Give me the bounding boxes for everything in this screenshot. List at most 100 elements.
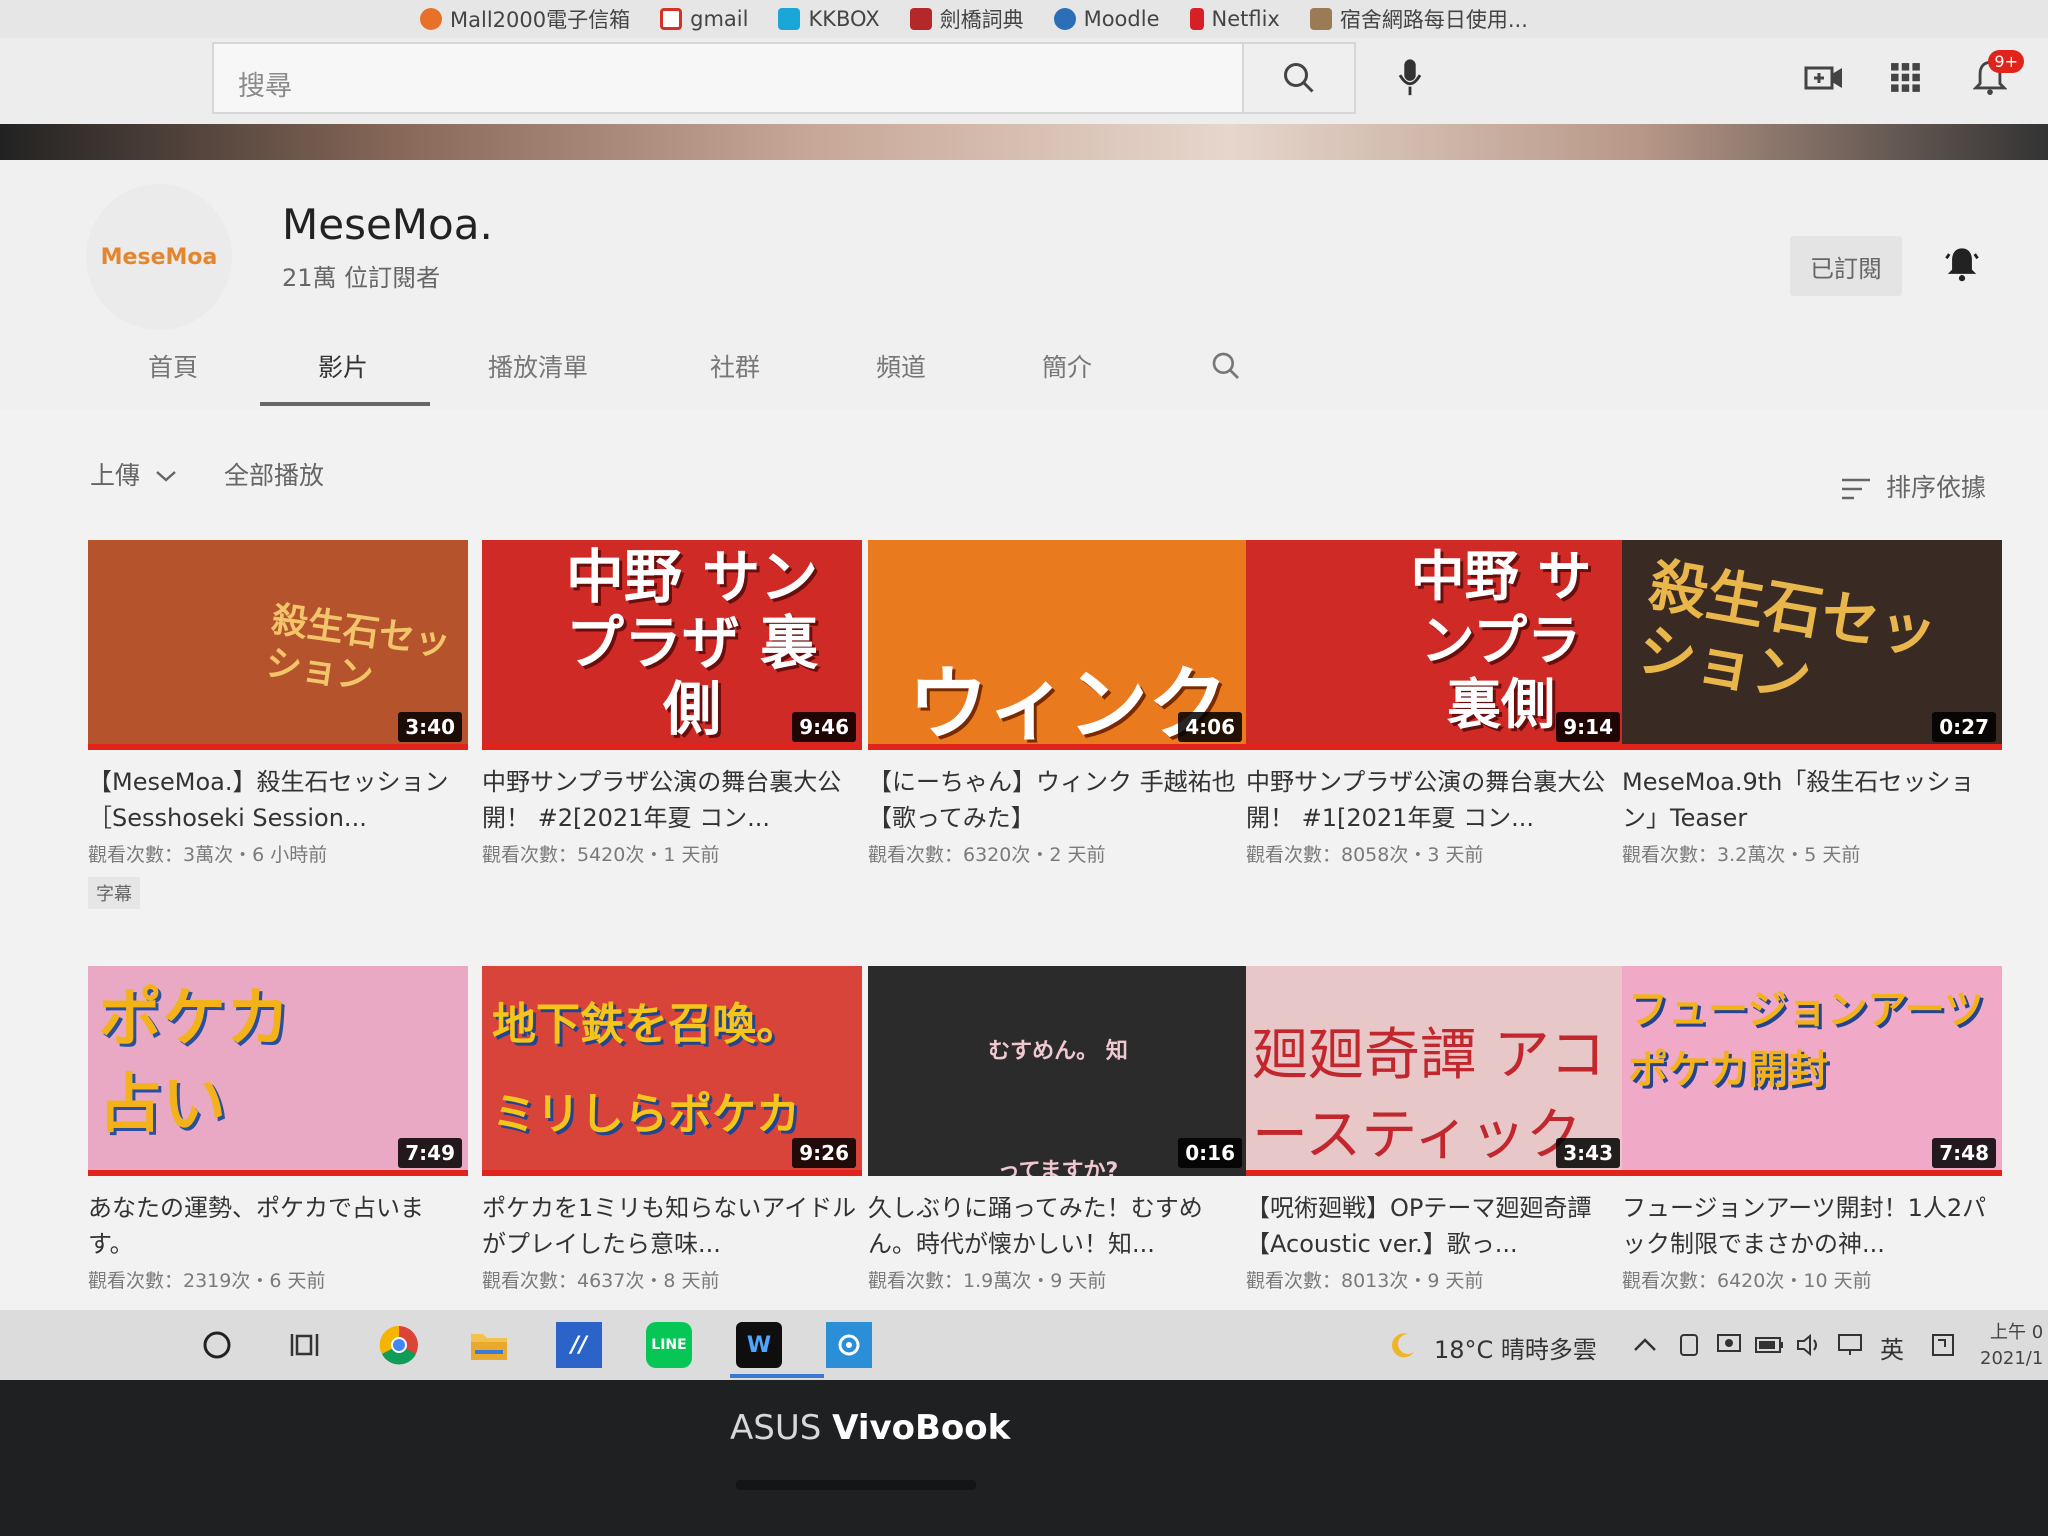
video-title[interactable]: MeseMoa.9th「殺生石セッション」Teaser [1622, 764, 2002, 836]
video-title[interactable]: 【にーちゃん】ウィンク 手越祐也【歌ってみた】 [868, 764, 1248, 836]
file-explorer-button[interactable] [466, 1322, 512, 1368]
weather-text[interactable]: 18°C 晴時多雲 [1434, 1330, 1597, 1365]
laptop-bezel: ASUS VivoBook [0, 1380, 2048, 1536]
video-card[interactable]: フュージョンアーツ ポケカ開封 7:48 フュージョンアーツ開封！1人2パック制… [1622, 966, 2002, 1293]
app-button-camera[interactable] [826, 1322, 872, 1368]
video-thumbnail[interactable]: 殺生石セッション 3:40 [88, 540, 468, 750]
tab-playlists[interactable]: 播放清單 [488, 348, 588, 384]
tab-channels[interactable]: 頻道 [876, 348, 926, 384]
subscribed-button[interactable]: 已訂閱 [1790, 236, 1902, 296]
watch-progress-bar [482, 1170, 862, 1176]
cortana-button[interactable] [194, 1322, 240, 1368]
webex-app-button[interactable]: W [736, 1322, 782, 1368]
video-title[interactable]: 中野サンプラザ公演の舞台裏大公開！ #1[2021年夏 コン... [1246, 764, 1626, 836]
video-title[interactable]: 【MeseMoa.】殺生石セッション［Sesshoseki Session... [88, 764, 468, 836]
line-app-button[interactable]: LINE [646, 1322, 692, 1368]
video-duration: 9:26 [792, 1138, 856, 1168]
speaker-icon [1797, 1333, 1817, 1357]
video-title[interactable]: フュージョンアーツ開封！1人2パック制限でまさかの神... [1622, 1190, 2002, 1262]
video-thumbnail[interactable]: 殺生石セッション 0:27 [1622, 540, 2002, 750]
bookmark-label: gmail [690, 7, 749, 31]
bookmark-moodle[interactable]: Moodle [1053, 7, 1160, 31]
video-thumbnail[interactable]: フュージョンアーツ ポケカ開封 7:48 [1622, 966, 2002, 1176]
thumbnail-text: 殺生石セッション [262, 598, 454, 699]
task-view-icon [290, 1334, 319, 1356]
video-card[interactable]: ウィンク 4:06 【にーちゃん】ウィンク 手越祐也【歌ってみた】 觀看次數：6… [868, 540, 1248, 867]
video-thumbnail[interactable]: むすめん。 知ってますか? 0:16 [868, 966, 1248, 1176]
video-card[interactable]: 中野 サンプラザ 裏側 9:46 中野サンプラザ公演の舞台裏大公開！ #2[20… [482, 540, 862, 867]
video-card[interactable]: 殺生石セッション 0:27 MeseMoa.9th「殺生石セッション」Tease… [1622, 540, 2002, 867]
camera-app-icon [838, 1334, 860, 1356]
video-title[interactable]: あなたの運勢、ポケカで占います。 [88, 1190, 468, 1262]
watch-progress-bar [1246, 1170, 1626, 1176]
search-button[interactable] [1244, 42, 1356, 114]
notifications-button[interactable]: 9+ [1966, 50, 2024, 102]
app-button-blue[interactable]: // [556, 1322, 602, 1368]
video-card[interactable]: 地下鉄を召喚。 ミリしらポケカ 9:26 ポケカを1ミリも知らないアイドルがプレ… [482, 966, 862, 1293]
play-all-button[interactable]: 全部播放 [224, 456, 324, 492]
ime-mode-icon [1932, 1334, 1954, 1356]
bell-filled-icon [1945, 248, 1979, 282]
bookmark-cambridge[interactable]: 劍橋詞典 [909, 4, 1024, 34]
bookmark-dorm-network[interactable]: 宿舍網路每日使用... [1309, 4, 1528, 34]
video-title[interactable]: 中野サンプラザ公演の舞台裏大公開！ #2[2021年夏 コン... [482, 764, 862, 836]
apps-grid-icon [1891, 63, 1920, 92]
tab-community[interactable]: 社群 [710, 348, 760, 384]
search-input[interactable]: 搜尋 [212, 42, 1244, 114]
create-video-button[interactable] [1800, 54, 1848, 102]
subscriber-count: 21萬 位訂閱者 [282, 264, 441, 292]
bookmark-mall2000[interactable]: Mall2000電子信箱 [420, 4, 630, 34]
input-method-indicator[interactable]: 英 [1880, 1330, 1904, 1365]
ime-mode-button[interactable] [1920, 1322, 1966, 1368]
video-card[interactable]: 廻廻奇譚 アコースティック 3:43 【呪術廻戦】OPテーマ廻廻奇譚【Acous… [1246, 966, 1626, 1293]
volume-button[interactable] [1786, 1322, 1832, 1368]
video-card[interactable]: 殺生石セッション 3:40 【MeseMoa.】殺生石セッション［Sesshos… [88, 540, 468, 909]
apps-button[interactable] [1882, 54, 1930, 102]
video-card[interactable]: 中野 サンプラ 裏側 9:14 中野サンプラザ公演の舞台裏大公開！ #1[202… [1246, 540, 1626, 867]
tab-home[interactable]: 首頁 [148, 348, 198, 384]
video-metadata: 觀看次數：2319次・6 天前 [88, 1270, 326, 1292]
video-thumbnail[interactable]: 地下鉄を召喚。 ミリしらポケカ 9:26 [482, 966, 862, 1176]
video-thumbnail[interactable]: ウィンク 4:06 [868, 540, 1248, 750]
network-button[interactable] [1828, 1322, 1874, 1368]
uploads-dropdown[interactable]: 上傳 [90, 456, 178, 492]
tab-videos[interactable]: 影片 [318, 348, 368, 384]
bookmark-label: Moodle [1083, 7, 1160, 31]
blue-app-icon: // [570, 1332, 588, 1358]
bookmark-gmail[interactable]: gmail [660, 7, 748, 31]
channel-avatar[interactable]: MeseMoa [86, 184, 232, 330]
video-thumbnail[interactable]: 中野 サンプラ 裏側 9:14 [1246, 540, 1626, 750]
video-duration: 3:43 [1556, 1138, 1620, 1168]
video-card[interactable]: むすめん。 知ってますか? 0:16 久しぶりに踊ってみた！むすめん。時代が懐か… [868, 966, 1248, 1293]
video-thumbnail[interactable]: ポケカ 占い 7:49 [88, 966, 468, 1176]
show-hidden-icons-button[interactable] [1622, 1322, 1668, 1368]
line-chat-icon: LINE [651, 1337, 687, 1353]
channel-banner [0, 124, 2048, 160]
sort-button[interactable]: 排序依據 [1840, 468, 1986, 504]
video-duration: 7:48 [1932, 1138, 1996, 1168]
channel-notification-button[interactable] [1940, 242, 1984, 286]
tab-about[interactable]: 簡介 [1042, 348, 1092, 384]
video-title[interactable]: ポケカを1ミリも知らないアイドルがプレイしたら意味... [482, 1190, 862, 1262]
watch-progress-bar [88, 744, 468, 750]
bookmark-label: 劍橋詞典 [939, 8, 1024, 32]
bookmark-netflix[interactable]: Netflix [1189, 7, 1280, 31]
bookmark-kkbox[interactable]: KKBOX [778, 7, 880, 31]
voice-search-button[interactable] [1390, 56, 1430, 100]
video-thumbnail[interactable]: 廻廻奇譚 アコースティック 3:43 [1246, 966, 1626, 1176]
clock-time[interactable]: 上午 0 [1990, 1318, 2043, 1344]
channel-search-button[interactable] [1210, 350, 1242, 388]
video-title[interactable]: 【呪術廻戦】OPテーマ廻廻奇譚【Acoustic ver.】歌っ... [1246, 1190, 1626, 1262]
watch-progress-bar [88, 1170, 468, 1176]
weather-button[interactable] [1380, 1322, 1426, 1368]
video-card[interactable]: ポケカ 占い 7:49 あなたの運勢、ポケカで占います。 觀看次數：2319次・… [88, 966, 468, 1293]
task-view-button[interactable] [284, 1322, 330, 1368]
chrome-taskbar-button[interactable] [376, 1322, 422, 1368]
laptop-hinge [736, 1480, 976, 1490]
video-thumbnail[interactable]: 中野 サンプラザ 裏側 9:46 [482, 540, 862, 750]
chevron-down-icon [156, 471, 176, 482]
image-icon [1309, 8, 1332, 30]
uploads-label: 上傳 [90, 461, 141, 490]
video-title[interactable]: 久しぶりに踊ってみた！むすめん。時代が懐かしい！知... [868, 1190, 1248, 1262]
clock-date[interactable]: 2021/1 [1980, 1348, 2043, 1369]
